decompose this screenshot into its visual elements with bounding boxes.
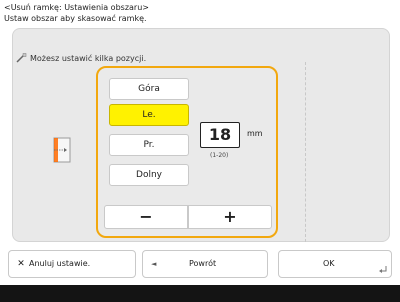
decrease-button[interactable]: − [104, 205, 188, 229]
increase-button[interactable]: + [188, 205, 272, 229]
magic-wand-icon [16, 53, 27, 63]
back-button[interactable]: ◄ Powrót [142, 250, 268, 278]
header-instruction: Ustaw obszar aby skasować ramkę. [4, 14, 147, 23]
ok-button[interactable]: OK [278, 250, 392, 278]
header-title: <Usuń ramkę: Ustawienia obszaru> [4, 3, 149, 12]
page-margin-left-icon [53, 137, 71, 163]
ok-label: OK [323, 259, 335, 268]
range-label: (1-20) [210, 152, 229, 159]
panel-title: Możesz ustawić kilka pozycji. [30, 54, 147, 63]
enter-icon [379, 266, 387, 273]
position-left-button[interactable]: Le. [109, 104, 189, 126]
close-icon: ✕ [17, 259, 25, 269]
cancel-settings-button[interactable]: ✕ Anuluj ustawie. [8, 250, 136, 278]
back-arrow-icon: ◄ [151, 260, 157, 268]
position-bottom-button[interactable]: Dolny [109, 164, 189, 186]
width-value-input[interactable]: 18 [200, 122, 240, 148]
bottom-status-bar [0, 285, 400, 302]
cancel-label: Anuluj ustawie. [29, 259, 91, 268]
panel-divider [305, 62, 306, 242]
unit-label: mm [247, 129, 263, 138]
back-label: Powrót [189, 259, 217, 268]
position-top-button[interactable]: Góra [109, 78, 189, 100]
position-right-button[interactable]: Pr. [109, 134, 189, 156]
